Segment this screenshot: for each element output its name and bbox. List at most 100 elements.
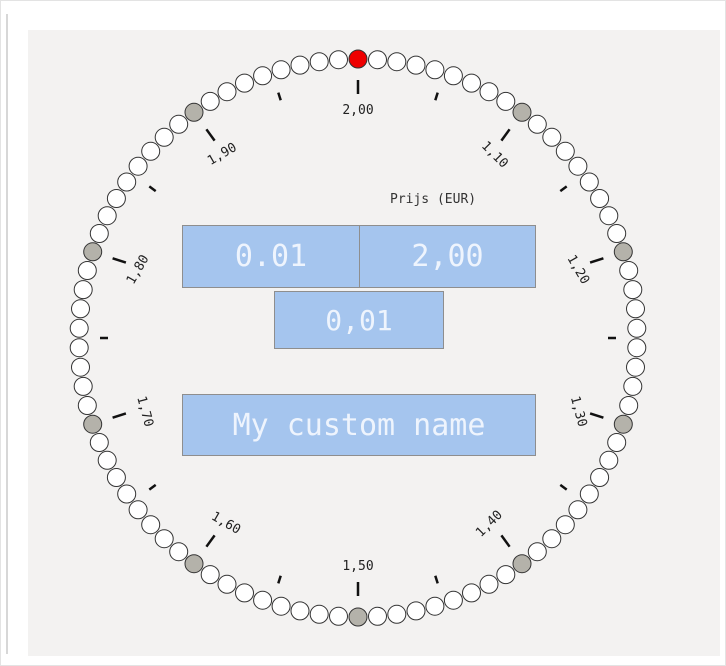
dial-dot[interactable] [89, 224, 109, 243]
dial-dot[interactable] [542, 127, 562, 147]
dial-dot[interactable] [235, 583, 254, 603]
dial-dot[interactable] [619, 396, 639, 415]
dial-dot[interactable] [290, 601, 310, 621]
dial-dot[interactable] [141, 515, 161, 535]
dial-dot[interactable] [627, 338, 647, 358]
dial-dot[interactable] [607, 224, 627, 243]
dial-dot[interactable] [496, 565, 516, 585]
dial-dot[interactable] [69, 318, 89, 338]
dial-dot[interactable] [106, 189, 126, 208]
dial-dot[interactable] [117, 484, 137, 504]
dial-dot[interactable] [623, 280, 643, 300]
dial-dot[interactable] [512, 554, 532, 574]
dial-tick-label: 2,00 [342, 103, 373, 118]
dial-dot[interactable] [154, 529, 174, 549]
dial-dot[interactable] [368, 50, 387, 70]
dial-dot[interactable] [106, 468, 126, 487]
dial-dot[interactable] [555, 515, 575, 535]
step-value-field[interactable]: 0,01 [274, 291, 444, 349]
dial-dot[interactable] [200, 565, 220, 585]
dial-dot[interactable] [128, 156, 148, 176]
dial-dot[interactable] [309, 604, 329, 624]
dial-dot[interactable] [169, 542, 189, 562]
dial-dot[interactable] [77, 396, 97, 415]
dial-dot[interactable] [329, 606, 348, 626]
dial-dot[interactable] [77, 261, 97, 280]
dial-dot[interactable] [71, 357, 90, 377]
dial-tick-label: 1,30 [567, 395, 590, 429]
dial-dot[interactable] [290, 55, 310, 75]
dial-dot[interactable] [590, 189, 610, 208]
dial-dot[interactable] [627, 318, 647, 338]
dial-dot[interactable] [512, 102, 532, 122]
dial-dot[interactable] [542, 529, 562, 549]
dial-dot[interactable] [623, 376, 643, 396]
dial-dot[interactable] [73, 280, 93, 300]
dial-dot[interactable] [568, 500, 588, 520]
dial-dot[interactable] [128, 500, 148, 520]
dial-dot[interactable] [599, 206, 619, 226]
dial-dot[interactable] [154, 127, 174, 147]
dial-tick [148, 185, 157, 193]
dial-tick [559, 483, 568, 491]
dial-dot-selected[interactable] [348, 49, 368, 69]
dial-dot[interactable] [387, 604, 407, 624]
dial-dot[interactable] [406, 55, 426, 75]
dial-dot[interactable] [443, 66, 463, 86]
dial-tick [500, 128, 511, 142]
dial-dot[interactable] [169, 114, 189, 134]
max-value-field[interactable]: 2,00 [359, 225, 536, 288]
price-label: Prijs (EUR) [390, 192, 477, 207]
dial-dot[interactable] [200, 91, 220, 111]
dial-dot[interactable] [590, 468, 610, 487]
dial-dot[interactable] [527, 114, 547, 134]
dial-dot[interactable] [309, 52, 329, 72]
dial-dot[interactable] [443, 590, 463, 610]
dial-dot[interactable] [271, 596, 291, 616]
dial-dot[interactable] [619, 261, 639, 280]
dial-dot[interactable] [387, 52, 407, 72]
min-value-field[interactable]: 0.01 [182, 225, 360, 288]
dial-dot[interactable] [73, 376, 93, 396]
dial-dot[interactable] [217, 82, 237, 102]
dial-dot[interactable] [406, 601, 426, 621]
dial-dot[interactable] [527, 542, 547, 562]
dial-dot[interactable] [555, 141, 575, 161]
dial-dot[interactable] [89, 433, 109, 452]
dial-dot[interactable] [613, 242, 633, 262]
dial-dot[interactable] [253, 66, 273, 86]
dial-dot[interactable] [184, 554, 204, 574]
dial-dot[interactable] [579, 484, 599, 504]
dial-dot[interactable] [253, 590, 273, 610]
dial-dot[interactable] [117, 172, 137, 192]
dial-dot[interactable] [184, 102, 204, 122]
dial-dot[interactable] [479, 574, 499, 594]
dial-dot[interactable] [579, 172, 599, 192]
dial-dot[interactable] [329, 50, 348, 70]
dial-dot[interactable] [97, 206, 117, 226]
dial-dot[interactable] [69, 338, 89, 358]
dial-dot[interactable] [462, 73, 481, 93]
dial-dot[interactable] [271, 60, 291, 80]
dial-dot[interactable] [83, 414, 103, 434]
dial-dot[interactable] [368, 606, 387, 626]
dial-dot[interactable] [613, 414, 633, 434]
dial-dot[interactable] [626, 299, 645, 319]
dial-dot[interactable] [71, 299, 90, 319]
dial-dot[interactable] [599, 450, 619, 470]
dial-dot[interactable] [462, 583, 481, 603]
dial-dot[interactable] [496, 91, 516, 111]
dial-dot[interactable] [479, 82, 499, 102]
dial-dot[interactable] [83, 242, 103, 262]
dial-dot[interactable] [425, 60, 445, 80]
dial-dot[interactable] [97, 450, 117, 470]
dial-dot[interactable] [607, 433, 627, 452]
custom-name-field[interactable]: My custom name [182, 394, 536, 456]
dial-dot[interactable] [235, 73, 254, 93]
dial-dot[interactable] [141, 141, 161, 161]
dial-dot[interactable] [425, 596, 445, 616]
dial-dot[interactable] [626, 357, 645, 377]
dial-dot[interactable] [217, 574, 237, 594]
dial-dot[interactable] [568, 156, 588, 176]
dial-dot[interactable] [348, 607, 368, 627]
